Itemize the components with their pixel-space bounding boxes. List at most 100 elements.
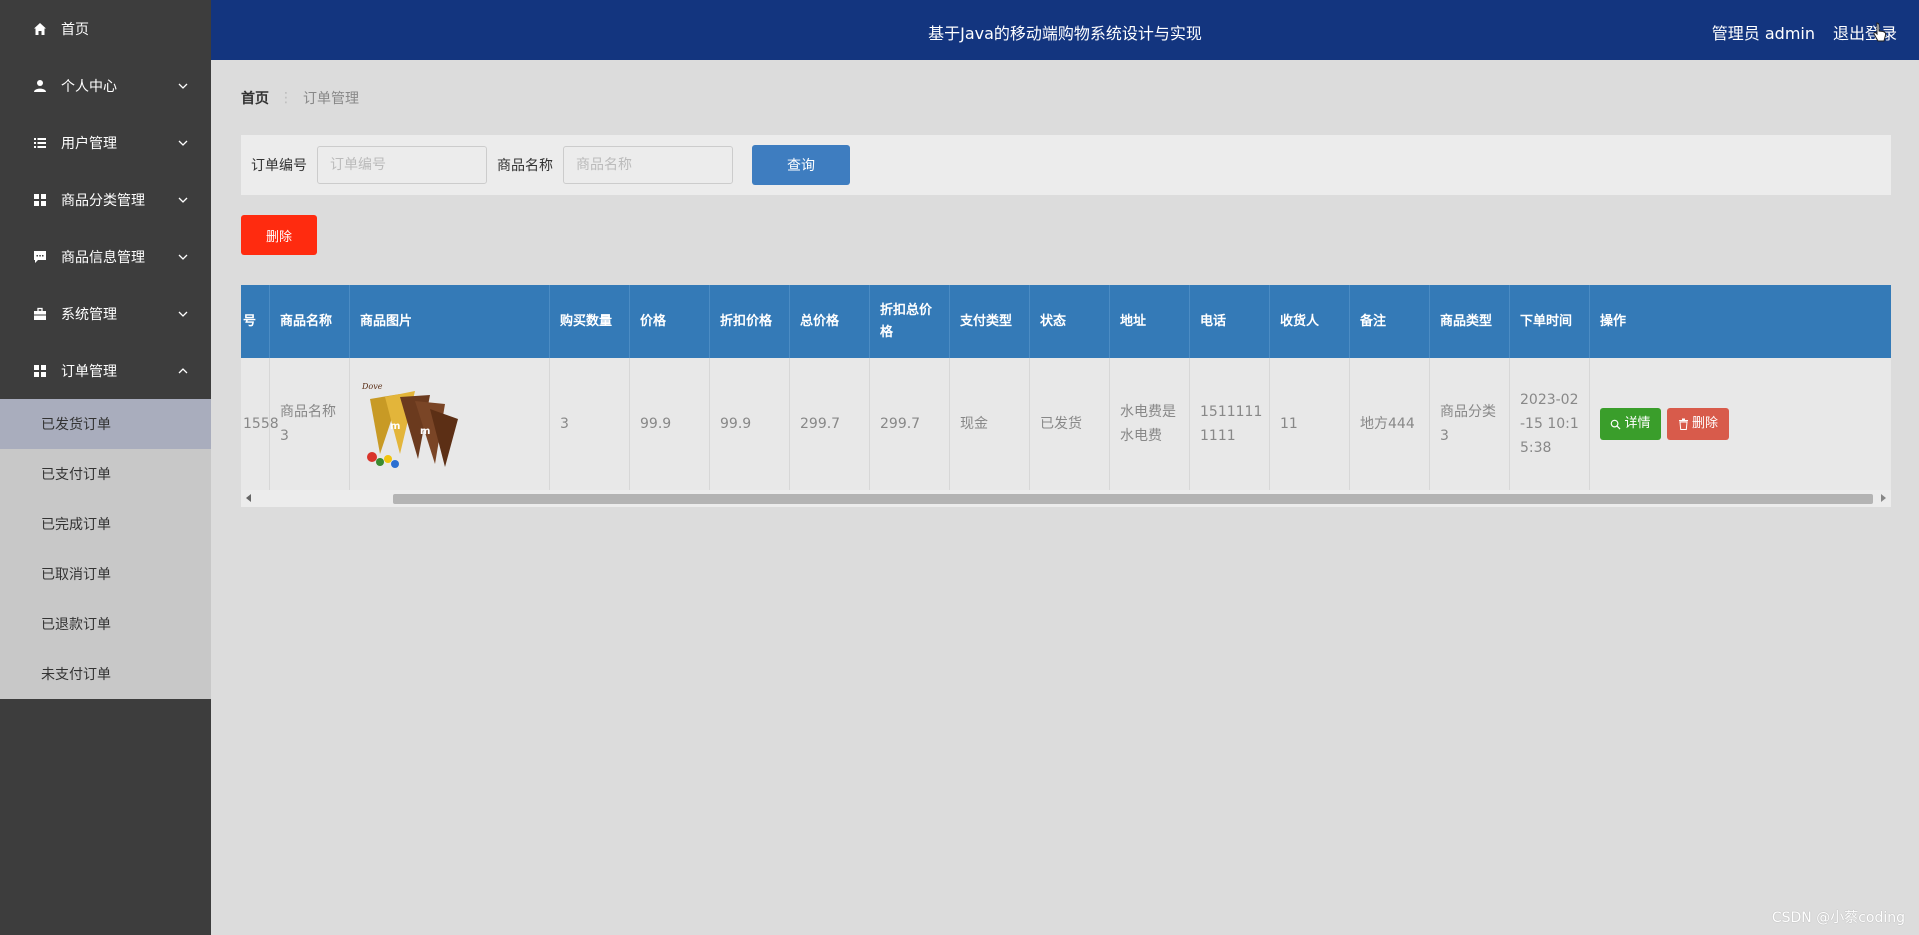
chat-icon (32, 249, 48, 265)
th-product-name: 商品名称 (270, 285, 350, 358)
sidebar-item-home[interactable]: 首页 (0, 0, 211, 57)
sidebar-item-label: 订单管理 (61, 363, 117, 380)
chevron-down-icon (178, 197, 188, 203)
home-icon (32, 21, 48, 37)
sidebar-item-label: 首页 (61, 21, 89, 38)
th-order-no: 号 (241, 285, 270, 358)
list-icon (32, 135, 48, 151)
th-discount-total: 折扣总价格 (870, 285, 950, 358)
sidebar-item-label: 商品信息管理 (61, 249, 145, 266)
chevron-down-icon (178, 83, 188, 89)
sidebar: 首页 个人中心 用户管理 商品分类管理 商品信息管理 系统管理 订单管理 已发货… (0, 0, 211, 935)
sidebar-item-category-management[interactable]: 商品分类管理 (0, 171, 211, 228)
user-icon (32, 78, 48, 94)
th-price: 价格 (630, 285, 710, 358)
search-icon (1611, 419, 1621, 430)
td-receiver: 11 (1270, 358, 1350, 490)
mouse-cursor-icon (1873, 22, 1887, 42)
sidebar-item-label: 商品分类管理 (61, 192, 145, 209)
submenu-item-cancelled[interactable]: 已取消订单 (0, 549, 211, 599)
order-submenu: 已发货订单 已支付订单 已完成订单 已取消订单 已退款订单 未支付订单 (0, 399, 211, 699)
td-price: 99.9 (630, 358, 710, 490)
app-title: 基于Java的移动端购物系统设计与实现 (928, 24, 1202, 43)
td-order-time: 2023-02-15 10:15:38 (1510, 358, 1590, 490)
submenu-item-refunded[interactable]: 已退款订单 (0, 599, 211, 649)
th-total-price: 总价格 (790, 285, 870, 358)
chevron-down-icon (178, 254, 188, 260)
svg-text:m: m (420, 426, 430, 437)
grid-icon (32, 363, 48, 379)
td-product-name: 商品名称3 (270, 358, 350, 490)
td-discount-price: 99.9 (710, 358, 790, 490)
th-remark: 备注 (1350, 285, 1430, 358)
row-delete-button[interactable]: 删除 (1667, 408, 1729, 440)
query-button[interactable]: 查询 (752, 145, 850, 185)
td-product-image: Dove m m (350, 358, 550, 490)
submenu-item-paid[interactable]: 已支付订单 (0, 449, 211, 499)
th-product-image: 商品图片 (350, 285, 550, 358)
row-delete-button-label: 删除 (1691, 416, 1718, 431)
sidebar-item-order-management[interactable]: 订单管理 (0, 342, 211, 399)
th-discount-price: 折扣价格 (710, 285, 790, 358)
th-pay-type: 支付类型 (950, 285, 1030, 358)
sidebar-item-label: 用户管理 (61, 135, 117, 152)
search-bar: 订单编号 商品名称 查询 (241, 135, 1891, 195)
th-order-time: 下单时间 (1510, 285, 1590, 358)
svg-text:Dove: Dove (361, 382, 383, 391)
th-phone: 电话 (1190, 285, 1270, 358)
table-row: 1558 商品名称3 Dove m m 3 99.9 99.9 299.7 29… (241, 358, 1891, 490)
td-actions: 详情 删除 (1590, 358, 1891, 490)
chevron-up-icon (178, 367, 188, 373)
submenu-item-unpaid[interactable]: 未支付订单 (0, 649, 211, 699)
detail-button-label: 详情 (1624, 416, 1651, 431)
th-receiver: 收货人 (1270, 285, 1350, 358)
breadcrumb-current: 订单管理 (303, 91, 359, 107)
th-quantity: 购买数量 (550, 285, 630, 358)
th-status: 状态 (1030, 285, 1110, 358)
product-name-input[interactable] (563, 146, 733, 184)
breadcrumb-home[interactable]: 首页 (241, 88, 269, 108)
trash-icon (1678, 418, 1688, 430)
order-no-input[interactable] (317, 146, 487, 184)
order-no-label: 订单编号 (251, 158, 307, 174)
td-order-no: 1558 (241, 358, 279, 490)
sidebar-item-label: 个人中心 (61, 78, 117, 95)
detail-button[interactable]: 详情 (1600, 408, 1661, 440)
grid-icon (32, 192, 48, 208)
sidebar-item-system-management[interactable]: 系统管理 (0, 285, 211, 342)
product-image: Dove m m (361, 382, 458, 468)
top-header: 基于Java的移动端购物系统设计与实现 管理员 admin 退出登录 (211, 0, 1919, 60)
scroll-right-icon[interactable] (1881, 494, 1886, 502)
svg-text:m: m (390, 421, 400, 432)
table-header: 号 商品名称 商品图片 购买数量 价格 折扣价格 总价格 折扣总价格 支付类型 … (241, 285, 1891, 358)
chevron-down-icon (178, 140, 188, 146)
sidebar-item-personal-center[interactable]: 个人中心 (0, 57, 211, 114)
horizontal-scrollbar[interactable] (241, 490, 1891, 507)
td-address: 水电费是水电费 (1110, 358, 1190, 490)
th-product-type: 商品类型 (1430, 285, 1510, 358)
td-quantity: 3 (550, 358, 630, 490)
user-label: 管理员 admin (1711, 24, 1815, 43)
scroll-left-icon[interactable] (246, 494, 251, 502)
sidebar-item-product-management[interactable]: 商品信息管理 (0, 228, 211, 285)
briefcase-icon (32, 306, 48, 322)
breadcrumb-separator: ⋮ (279, 90, 293, 106)
watermark: CSDN @小蔡coding (1771, 910, 1905, 926)
submenu-item-completed[interactable]: 已完成订单 (0, 499, 211, 549)
sidebar-item-label: 系统管理 (61, 306, 117, 323)
td-phone: 15111111111 (1190, 358, 1270, 490)
logout-button[interactable]: 退出登录 (1833, 20, 1897, 44)
td-remark: 地方444 (1350, 358, 1430, 490)
sidebar-item-user-management[interactable]: 用户管理 (0, 114, 211, 171)
td-total-price: 299.7 (790, 358, 870, 490)
product-name-label: 商品名称 (497, 158, 553, 174)
td-status: 已发货 (1030, 358, 1110, 490)
submenu-item-shipped[interactable]: 已发货订单 (0, 399, 211, 449)
td-product-type: 商品分类3 (1430, 358, 1510, 490)
th-actions: 操作 (1600, 313, 1627, 329)
delete-button[interactable]: 删除 (241, 215, 317, 255)
breadcrumb: 首页 ⋮ 订单管理 (241, 88, 359, 108)
scrollbar-thumb[interactable] (393, 494, 1873, 504)
td-discount-total: 299.7 (870, 358, 950, 490)
chevron-down-icon (178, 311, 188, 317)
